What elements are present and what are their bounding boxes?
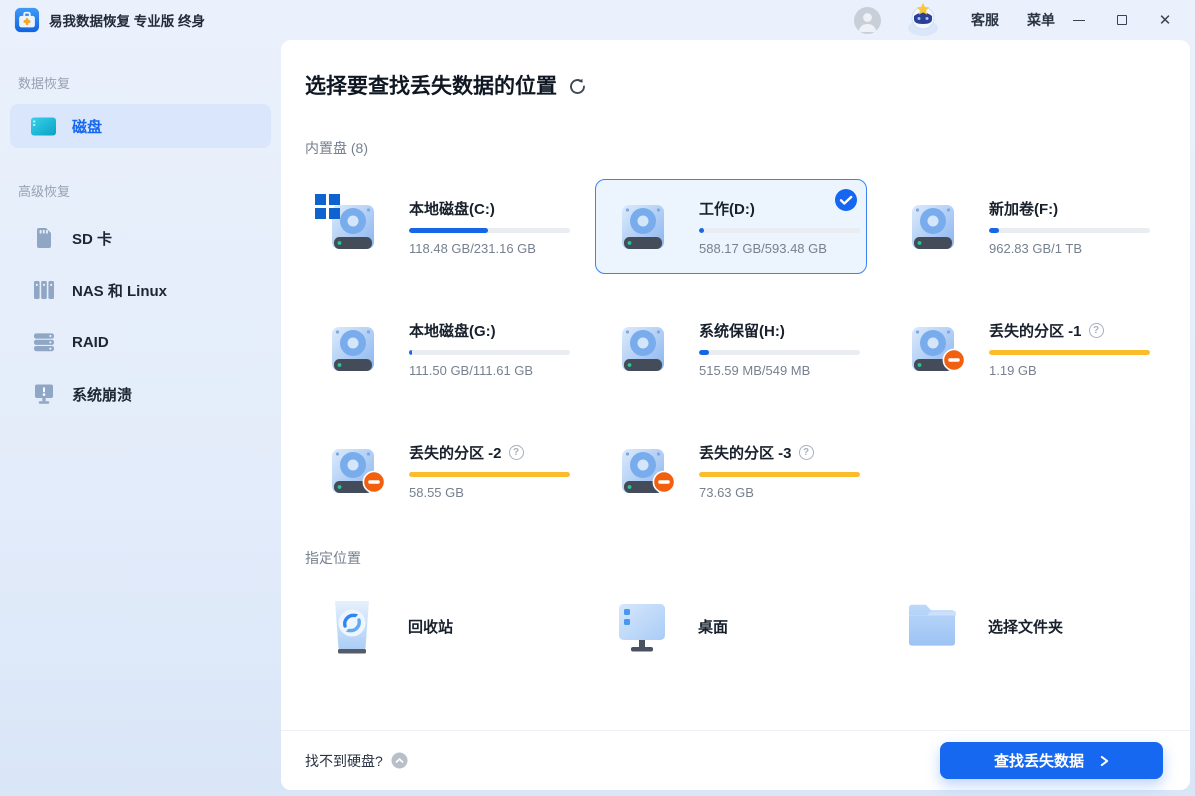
disk-icon xyxy=(30,113,57,140)
location-label: 桌面 xyxy=(698,616,728,637)
capacity-bar xyxy=(409,472,570,477)
cant-find-disk-label: 找不到硬盘? xyxy=(305,751,383,771)
help-icon[interactable]: ? xyxy=(509,445,524,460)
disk-capacity: 515.59 MB/549 MB xyxy=(699,363,860,378)
hard-drive-icon xyxy=(615,199,671,255)
sidebar: 数据恢复磁盘高级恢复 SD 卡 NAS 和 Linux RAID 系统崩溃 xyxy=(0,40,281,796)
system-crash-icon xyxy=(30,381,57,408)
disk-name: 工作(D:) xyxy=(699,198,755,219)
sidebar-section-label: 高级恢复 xyxy=(18,181,281,200)
hard-drive-icon xyxy=(905,321,961,377)
location-item[interactable]: 桌面 xyxy=(595,591,867,661)
minus-badge-icon xyxy=(362,470,386,499)
page-title: 选择要查找丢失数据的位置 xyxy=(305,70,557,100)
sidebar-item-label: 磁盘 xyxy=(72,116,102,137)
app-title: 易我数据恢复 专业版 终身 xyxy=(49,10,205,30)
location-item[interactable]: 选择文件夹 xyxy=(885,591,1157,661)
disk-capacity: 73.63 GB xyxy=(699,485,860,500)
capacity-bar xyxy=(989,350,1150,355)
sidebar-section-label: 数据恢复 xyxy=(18,73,281,92)
check-badge-icon xyxy=(834,188,858,212)
sd-card-icon xyxy=(30,225,57,252)
sidebar-item-label: RAID xyxy=(72,334,109,351)
disk-card[interactable]: 丢失的分区 -1? 1.19 GB xyxy=(885,301,1157,396)
recycle-bin-icon xyxy=(324,595,380,657)
disk-capacity: 118.48 GB/231.16 GB xyxy=(409,241,570,256)
disk-capacity: 588.17 GB/593.48 GB xyxy=(699,241,860,256)
disk-card[interactable]: 本地磁盘(G:) 111.50 GB/111.61 GB xyxy=(305,301,577,396)
scan-button[interactable]: 查找丢失数据 xyxy=(940,742,1163,779)
capacity-bar xyxy=(699,350,860,355)
disk-capacity: 58.55 GB xyxy=(409,485,570,500)
disk-grid: 本地磁盘(C:) 118.48 GB/231.16 GB 工作(D:) 588.17 … xyxy=(305,179,1190,518)
sidebar-item-label: NAS 和 Linux xyxy=(72,280,167,301)
assistant-robot-icon[interactable] xyxy=(903,3,943,37)
help-icon[interactable]: ? xyxy=(799,445,814,460)
disk-name: 丢失的分区 -1 xyxy=(989,320,1082,341)
sidebar-item-label: 系统崩溃 xyxy=(72,384,132,405)
capacity-bar xyxy=(409,228,570,233)
user-avatar[interactable] xyxy=(854,7,881,34)
windows-badge-icon xyxy=(315,194,341,225)
menu-link[interactable]: 菜单 xyxy=(1027,10,1055,30)
disk-card[interactable]: 工作(D:) 588.17 GB/593.48 GB xyxy=(595,179,867,274)
minus-badge-icon xyxy=(942,348,966,377)
app-logo-icon xyxy=(14,7,40,33)
sidebar-item-label: SD 卡 xyxy=(72,228,112,249)
disk-card[interactable]: 新加卷(F:) 962.83 GB/1 TB xyxy=(885,179,1157,274)
footer-bar: 找不到硬盘? 查找丢失数据 xyxy=(281,730,1190,790)
hard-drive-icon xyxy=(325,321,381,377)
disk-capacity: 962.83 GB/1 TB xyxy=(989,241,1150,256)
minimize-button[interactable] xyxy=(1071,12,1087,28)
sidebar-item-raid[interactable]: RAID xyxy=(10,316,271,368)
location-label: 选择文件夹 xyxy=(988,616,1063,637)
location-item[interactable]: 回收站 xyxy=(305,591,577,661)
capacity-bar xyxy=(699,228,860,233)
hard-drive-icon xyxy=(905,199,961,255)
disk-name: 系统保留(H:) xyxy=(699,320,785,341)
locations-row: 回收站 桌面 选择文件夹 xyxy=(305,591,1190,661)
internal-disks-label: 内置盘 (8) xyxy=(305,138,1190,158)
location-label: 回收站 xyxy=(408,616,453,637)
disk-name: 新加卷(F:) xyxy=(989,198,1058,219)
nas-icon xyxy=(30,277,57,304)
capacity-bar xyxy=(409,350,570,355)
maximize-button[interactable] xyxy=(1114,12,1130,28)
disk-card[interactable]: 丢失的分区 -3? 73.63 GB xyxy=(595,423,867,518)
specified-locations-label: 指定位置 xyxy=(305,548,1190,568)
disk-name: 丢失的分区 -3 xyxy=(699,442,792,463)
folder-icon xyxy=(904,595,960,657)
desktop-icon xyxy=(614,595,670,657)
disk-capacity: 111.50 GB/111.61 GB xyxy=(409,363,570,378)
help-icon[interactable]: ? xyxy=(1089,323,1104,338)
sidebar-item-sd-card[interactable]: SD 卡 xyxy=(10,212,271,264)
chevron-right-icon xyxy=(1100,755,1109,767)
raid-icon xyxy=(30,329,57,356)
minus-badge-icon xyxy=(652,470,676,499)
disk-name: 本地磁盘(G:) xyxy=(409,320,496,341)
hard-drive-icon xyxy=(325,443,381,499)
disk-card[interactable]: 系统保留(H:) 515.59 MB/549 MB xyxy=(595,301,867,396)
chevron-up-icon[interactable] xyxy=(391,752,408,769)
sidebar-item-nas-linux[interactable]: NAS 和 Linux xyxy=(10,264,271,316)
sidebar-item-disk[interactable]: 磁盘 xyxy=(10,104,271,148)
disk-name: 丢失的分区 -2 xyxy=(409,442,502,463)
support-link[interactable]: 客服 xyxy=(971,10,999,30)
scan-button-label: 查找丢失数据 xyxy=(994,750,1084,771)
hard-drive-icon xyxy=(615,443,671,499)
sidebar-item-system-crash[interactable]: 系统崩溃 xyxy=(10,368,271,420)
disk-card[interactable]: 本地磁盘(C:) 118.48 GB/231.16 GB xyxy=(305,179,577,274)
hard-drive-icon xyxy=(325,199,381,255)
refresh-icon[interactable] xyxy=(568,77,587,96)
disk-capacity: 1.19 GB xyxy=(989,363,1150,378)
title-bar: 易我数据恢复 专业版 终身 客服 菜单 ✕ xyxy=(0,0,1195,40)
capacity-bar xyxy=(989,228,1150,233)
main-panel: 选择要查找丢失数据的位置 内置盘 (8) 本地磁盘(C:) 118.48 GB/2… xyxy=(281,40,1190,790)
disk-card[interactable]: 丢失的分区 -2? 58.55 GB xyxy=(305,423,577,518)
close-button[interactable]: ✕ xyxy=(1157,12,1173,28)
disk-name: 本地磁盘(C:) xyxy=(409,198,495,219)
capacity-bar xyxy=(699,472,860,477)
hard-drive-icon xyxy=(615,321,671,377)
